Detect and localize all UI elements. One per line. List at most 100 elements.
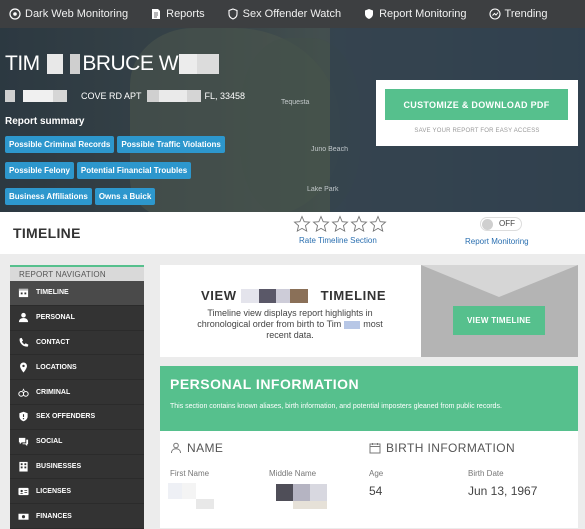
first-name-label: First Name [170,469,210,478]
subject-address: COVE RD APT FL, 33458 [5,90,245,102]
section-title: TIMELINE [13,225,81,241]
star-icon[interactable] [369,215,387,233]
summary-tag[interactable]: Possible Traffic Violations [117,136,225,153]
birth-section-heading: BIRTH INFORMATION [369,441,515,455]
name-section-heading: NAME [170,441,223,455]
nav-report-monitoring[interactable]: Report Monitoring [363,8,467,20]
redacted-block [47,54,63,75]
section-label: BIRTH INFORMATION [386,441,516,455]
view-timeline-title: VIEW TIMELINE [201,288,386,303]
nav-label: Sex Offender Watch [242,8,342,20]
nav-sex-offender-watch[interactable]: Sex Offender Watch [227,8,341,20]
phone-icon [18,337,29,348]
toggle-knob [482,219,493,230]
middle-name-label: Middle Name [269,469,317,478]
personal-information-description: This section contains known aliases, bir… [170,403,502,410]
building-icon [18,461,29,472]
rating-stars [293,215,388,233]
rate-timeline-link[interactable]: Rate Timeline Section [299,236,377,245]
sidebar-item-licenses[interactable]: LICENSES [10,479,144,505]
redacted-block [289,288,308,303]
sidebar-item-label: LOCATIONS [36,363,77,371]
top-nav: Dark Web Monitoring Reports Sex Offender… [0,0,585,28]
star-icon[interactable] [293,215,311,233]
summary-tag[interactable]: Possible Felony [5,162,74,179]
redacted-block [186,90,201,102]
title-start: VIEW [201,288,237,303]
sidebar-item-timeline[interactable]: TIMELINE [10,281,144,306]
sidebar-item-criminal[interactable]: CRIMINAL [10,380,144,405]
star-icon[interactable] [350,215,368,233]
person-icon [18,312,29,323]
report-navigation-sidebar: REPORT NAVIGATION TIMELINE PERSONAL CONT… [10,265,144,529]
shield-icon [363,8,375,20]
sidebar-item-sex-offenders[interactable]: SEX OFFENDERS [10,405,144,430]
sidebar-item-finances[interactable]: FINANCES [10,504,144,529]
personal-information-title: PERSONAL INFORMATION [170,376,360,392]
id-card-icon [18,486,29,497]
subject-name: TIM BRUCE W [5,52,220,76]
redacted-block [240,288,259,303]
sidebar-item-social[interactable]: SOCIAL [10,430,144,455]
summary-tags: Possible Criminal Records Possible Traffi… [5,134,265,212]
timeline-header: TIMELINE Rate Timeline Section OFF Repor… [0,212,585,254]
summary-tag[interactable]: Owns a Buick [94,188,156,205]
summary-tag[interactable]: Potential Financial Troubles [76,162,192,179]
nav-trending[interactable]: Trending [488,8,548,20]
sidebar-item-contact[interactable]: CONTACT [10,331,144,356]
view-timeline-description: Timeline view displays report highlights… [160,308,420,341]
redacted-middle-name [293,484,310,501]
summary-tag[interactable]: Possible Criminal Records [5,136,115,153]
sidebar-item-label: TIMELINE [36,289,69,297]
birth-date-value: Jun 13, 1967 [468,484,538,498]
customize-subtext: SAVE YOUR REPORT FOR EASY ACCESS [414,128,540,134]
sidebar-item-label: BUSINESSES [36,462,82,470]
customize-download-pdf-button[interactable]: CUSTOMIZE & DOWNLOAD PDF [385,89,568,120]
description-line: Timeline view displays report highlights… [207,308,373,318]
report-hero: Tequesta Juno Beach Lake Park TIM BRUCE … [0,28,585,212]
star-icon[interactable] [312,215,330,233]
sidebar-item-businesses[interactable]: BUSINESSES [10,455,144,480]
view-timeline-button[interactable]: VIEW TIMELINE [453,306,545,335]
shield-icon [227,8,239,20]
summary-tag[interactable]: Business Affiliations [5,188,92,205]
sidebar-item-personal[interactable]: PERSONAL [10,306,144,331]
redacted-block [179,54,198,75]
nav-label: Trending [504,8,548,20]
description-text: most [363,319,383,329]
personal-information-banner: PERSONAL INFORMATION This section contai… [160,366,578,431]
redacted-first-name [168,483,182,499]
trending-icon [488,8,501,20]
report-monitoring-link[interactable]: Report Monitoring [465,237,529,246]
birth-date-label: Birth Date [468,469,504,478]
nav-label: Reports [166,8,205,20]
redacted-block [146,90,159,102]
sidebar-heading: REPORT NAVIGATION [10,265,144,281]
redacted-block [5,90,15,102]
nav-dark-web-monitoring[interactable]: Dark Web Monitoring [9,8,128,20]
sidebar-item-label: SEX OFFENDERS [36,413,96,421]
document-icon [150,8,162,20]
description-line: recent data. [266,330,314,340]
redacted-middle-name [310,484,327,501]
sidebar-item-label: CRIMINAL [36,388,71,396]
age-value: 54 [369,484,383,498]
redacted-block [53,90,67,102]
title-end: TIMELINE [320,288,387,303]
personal-information-body: NAME BIRTH INFORMATION First Name Middle… [160,431,578,528]
redacted-block [158,90,187,102]
redacted-block [23,90,53,102]
report-monitoring-toggle[interactable]: OFF [480,217,522,231]
map-label: Lake Park [307,186,339,193]
star-icon[interactable] [331,215,349,233]
sidebar-item-locations[interactable]: LOCATIONS [10,355,144,381]
description-line: chronological order from birth to Tim mos… [160,319,420,330]
redacted-block [70,54,81,75]
first-name-text: TIM [5,52,40,75]
nav-reports[interactable]: Reports [150,8,205,20]
eye-icon [9,8,21,20]
money-icon [18,511,29,522]
toggle-label: OFF [499,219,515,228]
redacted-block [258,288,276,303]
description-text: chronological order from birth to Tim [197,319,342,329]
